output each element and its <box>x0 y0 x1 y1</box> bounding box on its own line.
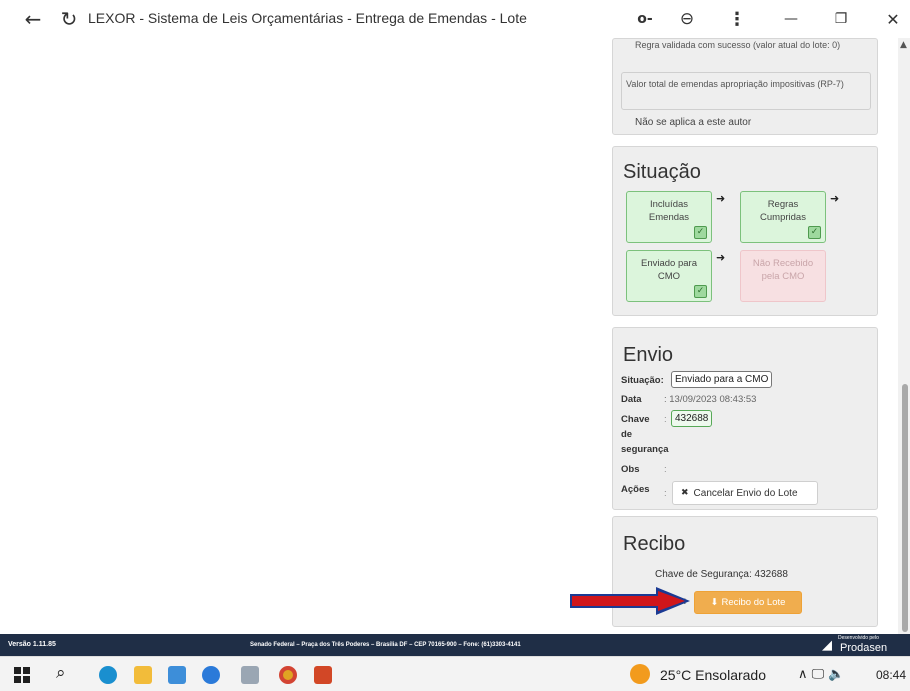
recibo-title: Recibo <box>623 533 686 555</box>
reload-icon[interactable]: ↻ <box>56 6 82 32</box>
browser-titlebar: ← ↻ LEXOR - Sistema de Leis Orçamentária… <box>0 0 910 38</box>
search-icon[interactable]: ⌕ <box>56 663 66 683</box>
step-label: Enviado para CMO <box>641 258 697 282</box>
step-label: Regras Cumpridas <box>760 199 806 223</box>
download-icon: ⬇ <box>710 597 719 608</box>
recibo-download-button[interactable]: ⬇ Recibo do Lote <box>694 591 802 614</box>
envio-acoes-colon: : <box>664 488 667 499</box>
weather-sun-icon[interactable] <box>630 664 650 684</box>
step-label: Não Recebido pela CMO <box>752 258 814 282</box>
step-incluidas-emendas: Incluídas Emendas ✓ <box>626 191 712 243</box>
situacao-title: Situação <box>623 161 701 183</box>
prodasen-brand: Prodasen <box>840 642 888 654</box>
cancel-envio-button[interactable]: ✖ Cancelar Envio do Lote <box>672 481 818 505</box>
step-label: Incluídas Emendas <box>648 199 690 223</box>
windows-start-icon[interactable] <box>14 667 30 683</box>
recibo-chave-text: Chave de Segurança: 432688 <box>655 569 788 580</box>
step-enviado-cmo: Enviado para CMO ✓ <box>626 250 712 302</box>
envio-situacao-value: Enviado para a CMO <box>671 371 773 388</box>
check-icon: ✓ <box>808 226 821 239</box>
more-menu-icon[interactable]: ⋮ <box>724 6 750 32</box>
dev-by-text: Desenvolvido pelo <box>838 635 879 641</box>
envio-acoes-label: Ações <box>621 484 650 495</box>
file-explorer-icon[interactable] <box>134 666 152 684</box>
store-icon[interactable] <box>168 666 186 684</box>
app-grey-icon[interactable] <box>241 666 259 684</box>
rp7-rule-box: Valor total de emendas apropriação impos… <box>621 72 871 110</box>
prodasen-logo-icon: ◢ <box>822 637 832 652</box>
edge-browser-icon[interactable] <box>99 666 117 684</box>
footer-address: Senado Federal – Praça dos Três Poderes … <box>250 642 521 648</box>
zoom-icon[interactable]: ⊖ <box>674 6 700 32</box>
rule-validated-text: Regra validada com sucesso (valor atual … <box>635 40 841 50</box>
step-regras-cumpridas: Regras Cumpridas ✓ <box>740 191 826 243</box>
envio-situacao-label: Situação: <box>621 375 664 386</box>
clock-text[interactable]: 08:44 <box>876 668 906 682</box>
envio-chave-label: Chave de segurança <box>621 414 669 455</box>
version-text: Versão 1.11.85 <box>8 641 56 648</box>
scroll-up-icon[interactable]: ▲ <box>900 40 907 50</box>
chrome-icon[interactable] <box>279 666 297 684</box>
step-nao-recebido-cmo: Não Recebido pela CMO <box>740 250 826 302</box>
annotation-arrow-icon <box>570 587 690 615</box>
check-icon: ✓ <box>694 285 707 298</box>
cancel-circle-icon: ✖ <box>681 488 689 498</box>
envio-data-label: Data <box>621 394 642 405</box>
check-icon: ✓ <box>694 226 707 239</box>
envio-obs-value: : <box>664 464 667 475</box>
security-key-badge: 432688 <box>671 410 713 427</box>
envio-chave-colon: : <box>664 414 667 425</box>
scrollbar-thumb[interactable] <box>902 384 908 632</box>
back-arrow-icon[interactable]: ← <box>20 6 46 32</box>
close-icon[interactable]: ✕ <box>880 6 906 32</box>
page-footer: Versão 1.11.85 Senado Federal – Praça do… <box>0 634 910 656</box>
arrow-right-icon: ➜ <box>830 192 840 205</box>
rule-not-applicable-text: Não se aplica a este autor <box>635 117 752 128</box>
window-title: LEXOR - Sistema de Leis Orçamentárias - … <box>88 10 527 26</box>
powerpoint-icon[interactable] <box>314 666 332 684</box>
cancel-envio-label: Cancelar Envio do Lote <box>693 487 798 499</box>
app-blue-icon[interactable] <box>202 666 220 684</box>
envio-title: Envio <box>623 344 674 366</box>
restore-icon[interactable]: ❐ <box>828 6 854 32</box>
weather-text[interactable]: 25°C Ensolarado <box>660 667 766 683</box>
minimize-icon[interactable]: — <box>778 6 804 32</box>
regras-panel: Regra validada com sucesso (valor atual … <box>612 38 878 135</box>
envio-data-value: : 13/09/2023 08:43:53 <box>664 394 757 405</box>
system-tray-icons[interactable]: ∧ 🖵 🔈 <box>798 667 845 682</box>
key-icon[interactable]: o- <box>632 6 658 32</box>
arrow-right-icon: ➜ <box>716 251 726 264</box>
arrow-right-icon: ➜ <box>716 192 726 205</box>
recibo-button-label: Recibo do Lote <box>721 597 786 608</box>
os-taskbar: ⌕ 25°C Ensolarado ∧ 🖵 🔈 08:44 <box>0 656 910 691</box>
envio-obs-label: Obs <box>621 464 640 475</box>
